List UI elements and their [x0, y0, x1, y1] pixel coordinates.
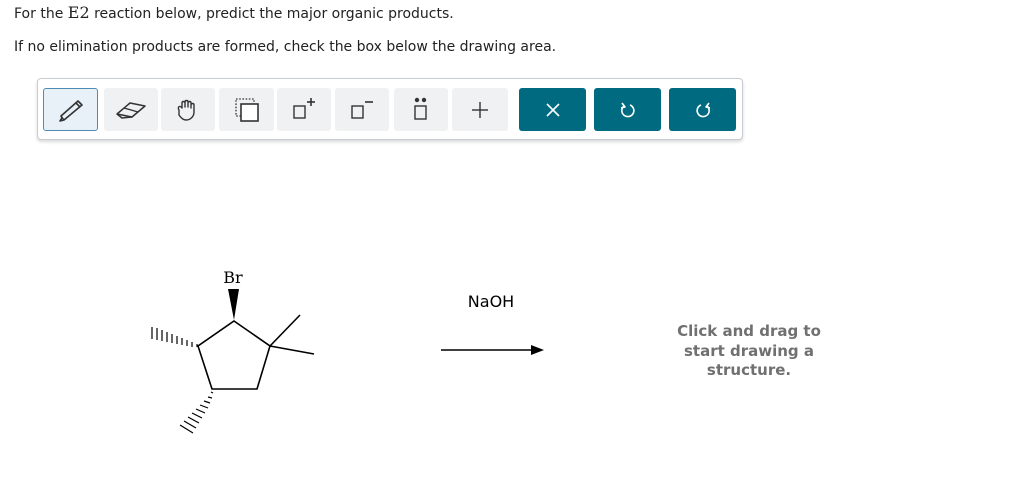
negative-charge-tool-button[interactable]: [335, 88, 389, 131]
drawing-placeholder: Click and drag to start drawing a struct…: [660, 322, 838, 381]
close-icon: [545, 102, 560, 117]
box-plus-charge-icon: [293, 97, 315, 119]
placeholder-line: structure.: [706, 361, 792, 379]
select-tool-button[interactable]: [219, 88, 274, 131]
positive-charge-tool-button[interactable]: [277, 88, 331, 131]
redo-button[interactable]: [669, 88, 736, 131]
dotted-select-icon: [234, 97, 259, 122]
instruction-text: reaction below, predict the major organi…: [89, 6, 454, 22]
instruction-line-1: For the E2 reaction below, predict the m…: [14, 4, 454, 23]
reaction-type: E2: [67, 3, 90, 22]
pencil-tool-button[interactable]: [43, 88, 98, 131]
redo-icon: [695, 102, 710, 117]
eraser-icon: [116, 101, 146, 119]
placeholder-line: Click and drag to: [677, 322, 821, 340]
instruction-line-2: If no elimination products are formed, c…: [14, 39, 557, 55]
drawing-toolbar: [37, 78, 743, 140]
plus-icon: [472, 101, 488, 118]
undo-button[interactable]: [594, 88, 661, 131]
pencil-icon: [58, 99, 83, 122]
box-lone-pair-icon: [414, 97, 427, 120]
hand-tool-button[interactable]: [161, 88, 215, 131]
placeholder-line: start drawing a: [683, 341, 815, 360]
instruction-text: For the: [14, 6, 68, 22]
eraser-tool-button[interactable]: [104, 88, 158, 131]
undo-icon: [620, 102, 635, 117]
drawing-canvas[interactable]: [0, 140, 1032, 484]
box-minus-charge-icon: [351, 100, 373, 119]
clear-button[interactable]: [519, 88, 586, 131]
lone-pair-tool-button[interactable]: [394, 88, 448, 131]
add-tool-button[interactable]: [452, 88, 508, 131]
hand-icon: [177, 99, 195, 121]
